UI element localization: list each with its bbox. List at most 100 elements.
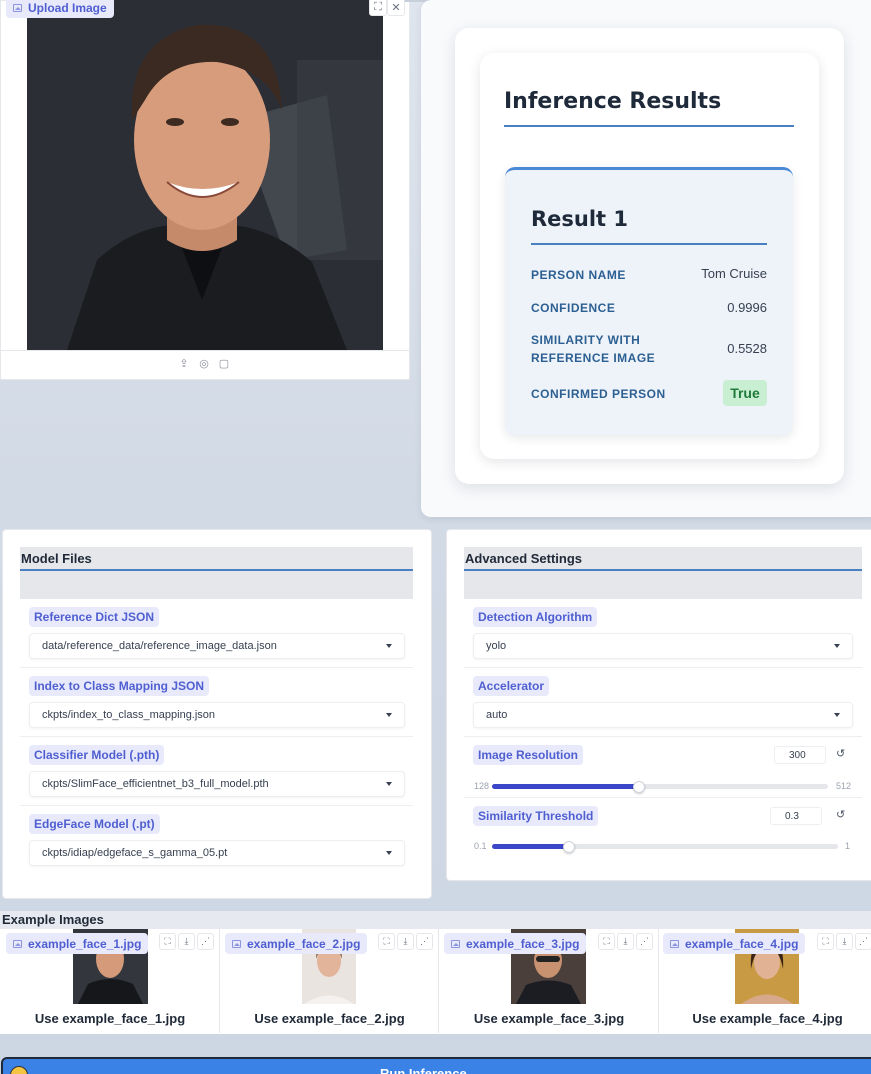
- similarity-value: 0.5528: [727, 341, 767, 356]
- advanced-settings-title: Advanced Settings: [464, 547, 862, 571]
- edgeface-model-label: EdgeFace Model (.pt): [29, 814, 160, 834]
- clear-image-button[interactable]: ✕: [387, 0, 405, 16]
- example-file-chip: example_face_2.jpg: [225, 933, 368, 954]
- image-icon: [232, 939, 241, 948]
- example-toolbar: ⛶ ⤓ ⋰: [598, 933, 653, 950]
- confidence-value: 0.9996: [727, 300, 767, 315]
- detection-algorithm-value: yolo: [486, 640, 507, 652]
- image-icon: [13, 3, 22, 12]
- uploaded-photo[interactable]: [27, 0, 383, 350]
- chevron-down-icon: [834, 644, 840, 648]
- example-use-button[interactable]: Use example_face_3.jpg: [439, 1011, 659, 1026]
- image-resolution-label: Image Resolution: [473, 745, 584, 765]
- accelerator-dropdown[interactable]: auto: [473, 702, 853, 728]
- similarity-threshold-slider-group: Similarity Threshold 0.3 ↺ 0.1 1: [464, 798, 862, 858]
- example-toolbar: ⛶ ⤓ ⋰: [817, 933, 871, 950]
- fullscreen-icon[interactable]: ⛶: [159, 933, 176, 950]
- classifier-model-value: ckpts/SlimFace_efficientnet_b3_full_mode…: [42, 778, 269, 790]
- examples-header-band: [0, 911, 871, 929]
- model-files-title: Model Files: [20, 547, 413, 571]
- image-resolution-thumb[interactable]: [633, 780, 645, 793]
- examples-title: Example Images: [2, 912, 104, 927]
- share-icon[interactable]: ⋰: [197, 933, 214, 950]
- share-icon[interactable]: ⋰: [855, 933, 871, 950]
- chevron-down-icon: [834, 713, 840, 717]
- edgeface-model-dropdown[interactable]: ckpts/idiap/edgeface_s_gamma_05.pt: [29, 840, 405, 866]
- confirmed-person-badge: True: [723, 380, 767, 406]
- example-use-button[interactable]: Use example_face_1.jpg: [0, 1011, 220, 1026]
- example-use-button[interactable]: Use example_face_4.jpg: [659, 1011, 871, 1026]
- image-resolution-max: 512: [836, 781, 852, 791]
- expand-icon: ⛶: [374, 0, 382, 13]
- image-resolution-input[interactable]: 300: [774, 746, 826, 764]
- index-mapping-label: Index to Class Mapping JSON: [29, 676, 210, 696]
- portrait-image: [27, 0, 383, 350]
- image-icon: [670, 939, 679, 948]
- model-files-panel: Model Files Reference Dict JSON data/ref…: [2, 529, 432, 899]
- download-icon[interactable]: ⤓: [617, 933, 634, 950]
- fullscreen-icon[interactable]: ⛶: [378, 933, 395, 950]
- reset-icon[interactable]: ↺: [836, 808, 845, 821]
- run-inference-label: Run Inference: [380, 1066, 467, 1074]
- reference-dict-label: Reference Dict JSON: [29, 607, 160, 627]
- fullscreen-icon[interactable]: ⛶: [598, 933, 615, 950]
- chevron-down-icon: [386, 713, 392, 717]
- similarity-threshold-min: 0.1: [474, 841, 487, 851]
- detection-algorithm-dropdown[interactable]: yolo: [473, 633, 853, 659]
- example-toolbar: ⛶ ⤓ ⋰: [378, 933, 433, 950]
- index-mapping-value: ckpts/index_to_class_mapping.json: [42, 709, 216, 721]
- similarity-threshold-input[interactable]: 0.3: [770, 807, 822, 825]
- upload-divider: [1, 350, 409, 351]
- share-icon[interactable]: ⋰: [636, 933, 653, 950]
- person-name-value: Tom Cruise: [701, 266, 767, 281]
- example-file-chip: example_face_3.jpg: [444, 933, 587, 954]
- result-card-underline: [531, 243, 767, 245]
- example-use-button[interactable]: Use example_face_2.jpg: [220, 1011, 439, 1026]
- download-icon[interactable]: ⤓: [178, 933, 195, 950]
- download-icon[interactable]: ⤓: [397, 933, 414, 950]
- download-icon[interactable]: ⤓: [836, 933, 853, 950]
- example-file-chip: example_face_4.jpg: [663, 933, 806, 954]
- example-file-name: example_face_2.jpg: [247, 936, 361, 951]
- result-card-title: Result 1: [531, 207, 629, 231]
- detection-algorithm-label: Detection Algorithm: [473, 607, 598, 627]
- chevron-down-icon: [386, 851, 392, 855]
- example-toolbar: ⛶ ⤓ ⋰: [159, 933, 214, 950]
- accelerator-label: Accelerator: [473, 676, 550, 696]
- image-resolution-min: 128: [474, 781, 490, 791]
- image-resolution-slider-group: Image Resolution 300 ↺ 128 512: [464, 737, 862, 797]
- upload-source-toolbar: ⇪ ◎ ▢: [178, 357, 230, 371]
- reference-dict-value: data/reference_data/reference_image_data…: [42, 640, 277, 652]
- confidence-label: CONFIDENCE: [531, 301, 616, 315]
- advanced-settings-header-band: [464, 571, 862, 599]
- accelerator-value: auto: [486, 709, 508, 721]
- webcam-icon[interactable]: ◎: [198, 357, 210, 371]
- image-icon: [451, 939, 460, 948]
- fullscreen-button[interactable]: ⛶: [369, 0, 387, 16]
- index-mapping-dropdown[interactable]: ckpts/index_to_class_mapping.json: [29, 702, 405, 728]
- classifier-model-label: Classifier Model (.pth): [29, 745, 165, 765]
- chevron-down-icon: [386, 644, 392, 648]
- example-file-name: example_face_3.jpg: [466, 936, 580, 951]
- clipboard-icon[interactable]: ▢: [218, 357, 230, 371]
- similarity-threshold-thumb[interactable]: [562, 840, 575, 853]
- image-resolution-fill: [492, 784, 639, 789]
- advanced-settings-panel: Advanced Settings Detection Algorithm yo…: [446, 529, 871, 881]
- upload-image-label-text: Upload Image: [28, 0, 107, 15]
- example-file-name: example_face_4.jpg: [685, 936, 799, 951]
- confirmed-person-label: CONFIRMED PERSON: [531, 387, 666, 401]
- classifier-model-dropdown[interactable]: ckpts/SlimFace_efficientnet_b3_full_mode…: [29, 771, 405, 797]
- edgeface-model-value: ckpts/idiap/edgeface_s_gamma_05.pt: [42, 847, 228, 859]
- fullscreen-icon[interactable]: ⛶: [817, 933, 834, 950]
- reset-icon[interactable]: ↺: [836, 747, 845, 760]
- similarity-threshold-label: Similarity Threshold: [473, 806, 599, 826]
- similarity-threshold-max: 1: [845, 841, 851, 851]
- share-icon[interactable]: ⋰: [416, 933, 433, 950]
- image-icon: [13, 939, 22, 948]
- upload-icon[interactable]: ⇪: [178, 357, 190, 371]
- model-files-header-band: [20, 571, 413, 599]
- close-icon: ✕: [391, 1, 401, 14]
- similarity-label: SIMILARITY WITH REFERENCE IMAGE: [531, 333, 656, 365]
- chevron-down-icon: [386, 782, 392, 786]
- reference-dict-dropdown[interactable]: data/reference_data/reference_image_data…: [29, 633, 405, 659]
